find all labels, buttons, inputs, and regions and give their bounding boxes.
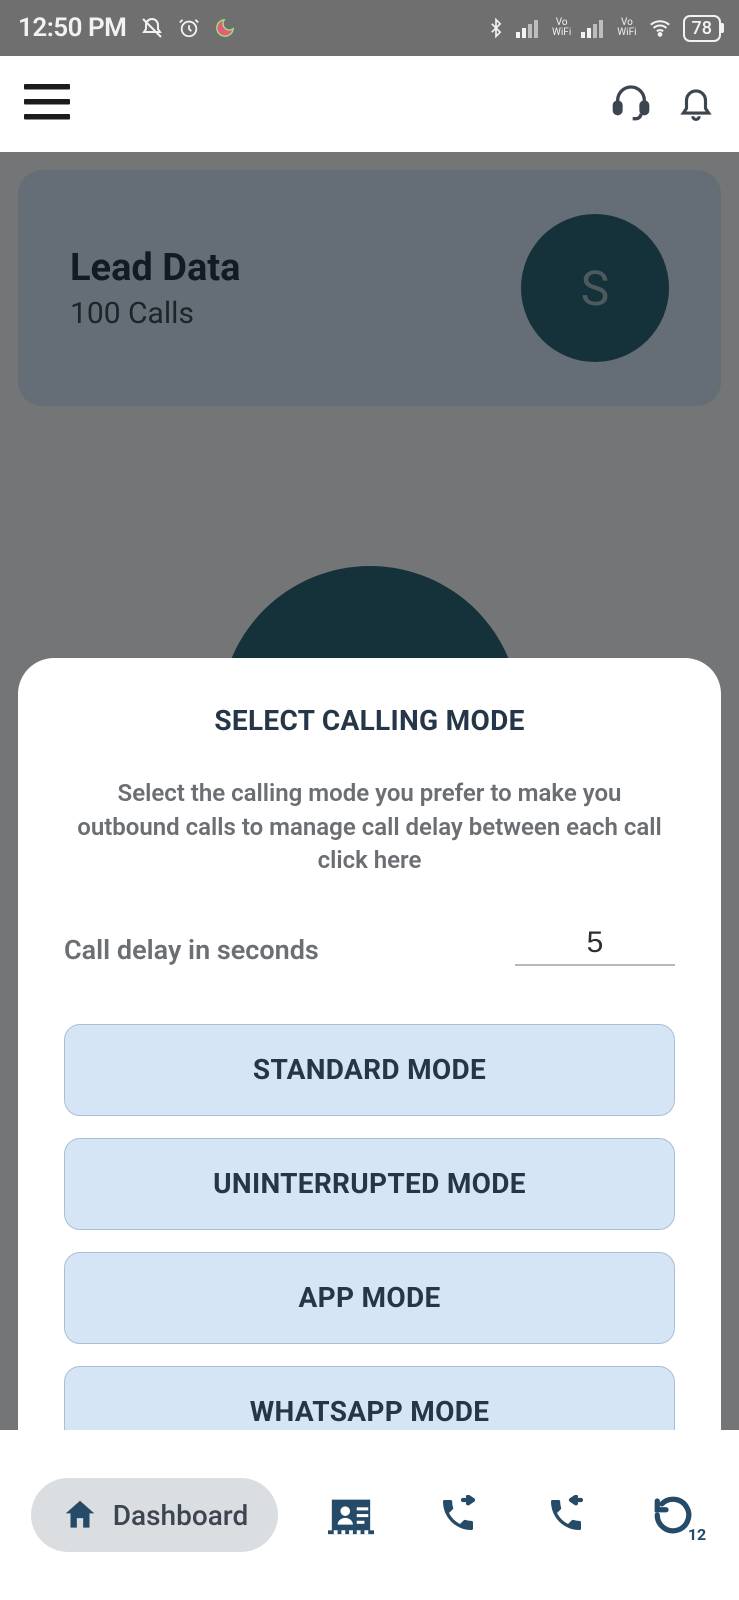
uninterrupted-mode-button[interactable]: UNINTERRUPTED MODE [64,1138,675,1230]
calling-mode-sheet: SELECT CALLING MODE Select the calling m… [18,658,721,1430]
home-icon [61,1496,99,1534]
vowifi-2-icon: VoWiFi [617,18,636,38]
battery-icon: 78 [683,15,721,42]
outgoing-call-icon [438,1495,478,1535]
wifi-icon [647,17,673,39]
app-mode-button[interactable]: APP MODE [64,1252,675,1344]
signal-2-icon [581,18,607,38]
support-icon[interactable] [611,82,651,126]
incoming-call-icon [546,1495,586,1535]
sheet-title: SELECT CALLING MODE [64,704,675,737]
contacts-icon [328,1495,374,1535]
vowifi-1-icon: VoWiFi [552,18,571,38]
status-bar: 12:50 PM VoWiFi VoWiFi 78 [0,0,739,56]
delay-input[interactable] [515,922,675,966]
nav-dashboard-label: Dashboard [113,1499,248,1532]
history-badge: 12 [688,1525,706,1544]
standard-mode-button[interactable]: STANDARD MODE [64,1024,675,1116]
moon-icon [214,17,236,39]
bell-icon[interactable] [677,82,715,126]
alarm-icon [178,17,200,39]
nav-history[interactable]: 12 [638,1480,708,1550]
mute-icon [140,16,164,40]
app-bar [0,56,739,152]
delay-label: Call delay in seconds [64,934,319,966]
nav-incoming[interactable] [531,1480,601,1550]
menu-icon[interactable] [24,84,70,124]
signal-1-icon [516,18,542,38]
nav-outgoing[interactable] [423,1480,493,1550]
bluetooth-icon [486,16,506,40]
status-time: 12:50 PM [18,13,126,43]
bottom-nav: Dashboard 12 [0,1430,739,1600]
sheet-description: Select the calling mode you prefer to ma… [64,777,675,878]
nav-contacts[interactable] [316,1480,386,1550]
nav-dashboard[interactable]: Dashboard [31,1478,278,1552]
